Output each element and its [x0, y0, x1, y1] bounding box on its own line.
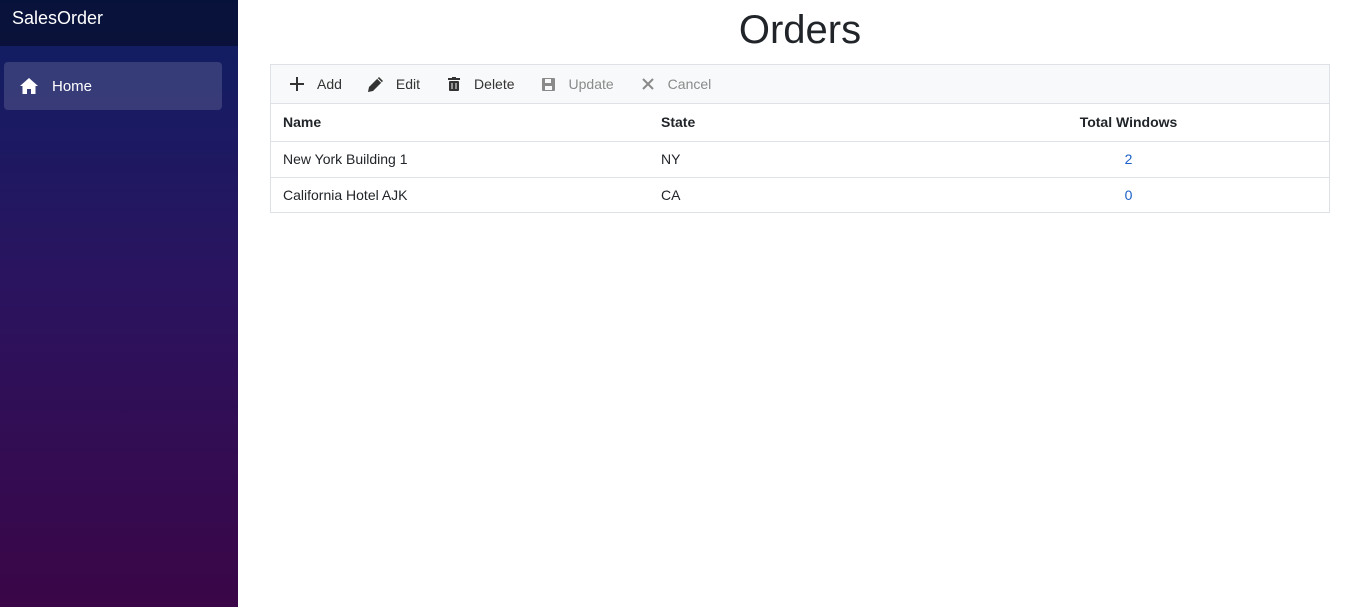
table-header-row: Name State Total Windows — [271, 104, 1329, 142]
sidebar: SalesOrder Home — [0, 0, 238, 607]
column-header-name[interactable]: Name — [271, 104, 650, 142]
edit-button[interactable]: Edit — [368, 65, 420, 103]
cell-total-windows-link[interactable]: 0 — [1020, 177, 1329, 213]
cancel-button[interactable]: Cancel — [640, 65, 712, 103]
column-header-total-windows[interactable]: Total Windows — [1020, 104, 1329, 142]
home-icon — [20, 77, 38, 95]
orders-grid: Add Edit Delete Update Cancel Name State… — [270, 64, 1330, 213]
cell-total-windows-link[interactable]: 2 — [1020, 141, 1329, 178]
update-label: Update — [568, 76, 614, 92]
sidebar-item-home[interactable]: Home — [4, 62, 222, 110]
app-brand[interactable]: SalesOrder — [12, 8, 103, 28]
delete-label: Delete — [474, 76, 515, 92]
edit-label: Edit — [395, 76, 421, 92]
pencil-icon — [368, 76, 384, 92]
cell-state: NY — [650, 141, 1020, 178]
table-row[interactable]: New York Building 1 NY 2 — [271, 141, 1329, 178]
page-title: Orders — [738, 8, 862, 52]
brand-bar: SalesOrder — [0, 0, 238, 46]
column-header-state[interactable]: State — [650, 104, 1020, 142]
update-button[interactable]: Update — [541, 65, 614, 103]
table-row[interactable]: California Hotel AJK CA 0 — [271, 177, 1329, 213]
cell-name: New York Building 1 — [271, 141, 650, 178]
main-content: Orders Add Edit Delete Update Cancel Nam… — [238, 0, 1346, 607]
close-icon — [640, 76, 656, 92]
save-icon — [541, 76, 557, 92]
plus-icon — [289, 76, 305, 92]
cancel-label: Cancel — [667, 76, 712, 92]
sidebar-item-label: Home — [52, 77, 93, 95]
add-button[interactable]: Add — [289, 65, 342, 103]
trash-icon — [446, 76, 462, 92]
cell-state: CA — [661, 187, 681, 204]
add-label: Add — [317, 76, 342, 92]
grid-toolbar: Add Edit Delete Update Cancel — [271, 65, 1329, 104]
delete-button[interactable]: Delete — [446, 65, 515, 103]
cell-name: California Hotel AJK — [283, 187, 408, 204]
orders-table: Name State Total Windows New York Buildi… — [271, 104, 1329, 213]
